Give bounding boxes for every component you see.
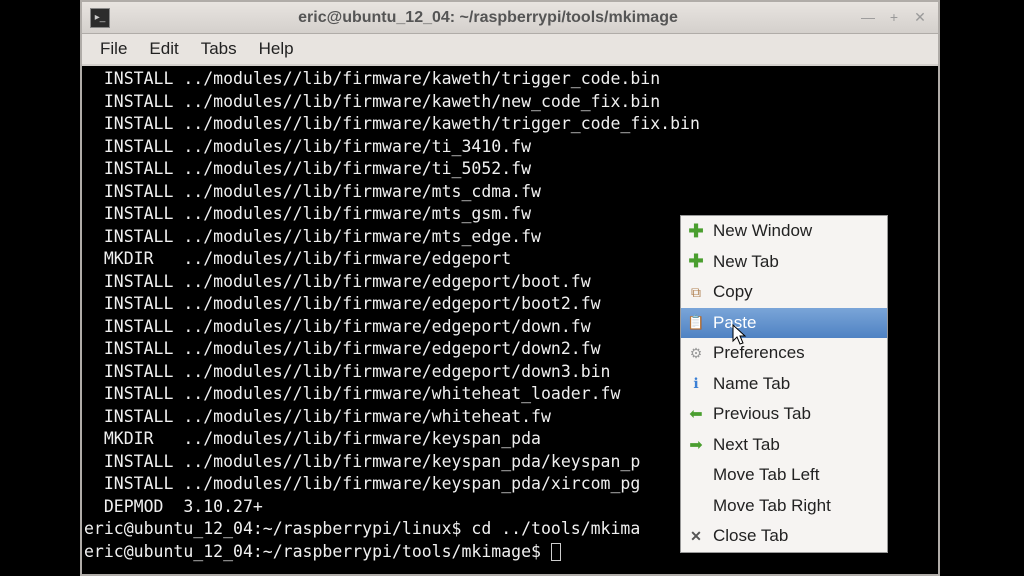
context-menu-item-preferences[interactable]: ⚙ Preferences <box>681 338 887 369</box>
window-title: eric@ubuntu_12_04: ~/raspberrypi/tools/m… <box>118 9 858 27</box>
context-menu-item-next-tab[interactable]: ➡ Next Tab <box>681 430 887 461</box>
app-icon: ▸_ <box>90 8 110 28</box>
minimize-button[interactable]: — <box>858 10 878 26</box>
context-menu-label: Move Tab Right <box>713 496 831 516</box>
menubar: File Edit Tabs Help <box>82 34 938 64</box>
close-button[interactable]: ✕ <box>910 10 930 26</box>
context-menu-item-move-tab-left[interactable]: Move Tab Left <box>681 460 887 491</box>
context-menu-label: Paste <box>713 313 756 333</box>
info-icon: ℹ <box>687 375 705 393</box>
window-buttons: — + ✕ <box>858 10 930 26</box>
context-menu-label: Move Tab Left <box>713 465 819 485</box>
gear-icon: ⚙ <box>687 344 705 362</box>
terminal-cursor <box>551 543 561 561</box>
context-menu-label: New Window <box>713 221 812 241</box>
context-menu-item-new-tab[interactable]: ✚ New Tab <box>681 247 887 278</box>
close-icon: ✕ <box>687 527 705 545</box>
context-menu-item-close-tab[interactable]: ✕ Close Tab <box>681 521 887 552</box>
left-icon: ⬅ <box>687 405 705 423</box>
context-menu-label: Name Tab <box>713 374 790 394</box>
right-icon: ➡ <box>687 436 705 454</box>
menu-file[interactable]: File <box>90 35 137 63</box>
maximize-button[interactable]: + <box>884 10 904 26</box>
menu-help[interactable]: Help <box>249 35 304 63</box>
context-menu-item-previous-tab[interactable]: ⬅ Previous Tab <box>681 399 887 430</box>
plus-icon: ✚ <box>687 253 705 271</box>
context-menu-label: Next Tab <box>713 435 780 455</box>
titlebar[interactable]: ▸_ eric@ubuntu_12_04: ~/raspberrypi/tool… <box>82 2 938 34</box>
blank-icon <box>687 466 705 484</box>
menu-tabs[interactable]: Tabs <box>191 35 247 63</box>
context-menu-label: New Tab <box>713 252 779 272</box>
context-menu: ✚ New Window ✚ New Tab ⧉ Copy 📋 Paste ⚙ Preferenc… <box>680 215 888 553</box>
paste-icon: 📋 <box>687 314 705 332</box>
context-menu-label: Copy <box>713 282 753 302</box>
menu-edit[interactable]: Edit <box>139 35 188 63</box>
context-menu-label: Close Tab <box>713 526 788 546</box>
context-menu-item-paste[interactable]: 📋 Paste <box>681 308 887 339</box>
context-menu-item-name-tab[interactable]: ℹ Name Tab <box>681 369 887 400</box>
blank-icon <box>687 497 705 515</box>
plus-icon: ✚ <box>687 222 705 240</box>
context-menu-item-new-window[interactable]: ✚ New Window <box>681 216 887 247</box>
context-menu-item-copy[interactable]: ⧉ Copy <box>681 277 887 308</box>
copy-icon: ⧉ <box>687 283 705 301</box>
context-menu-label: Preferences <box>713 343 805 363</box>
context-menu-item-move-tab-right[interactable]: Move Tab Right <box>681 491 887 522</box>
context-menu-label: Previous Tab <box>713 404 811 424</box>
